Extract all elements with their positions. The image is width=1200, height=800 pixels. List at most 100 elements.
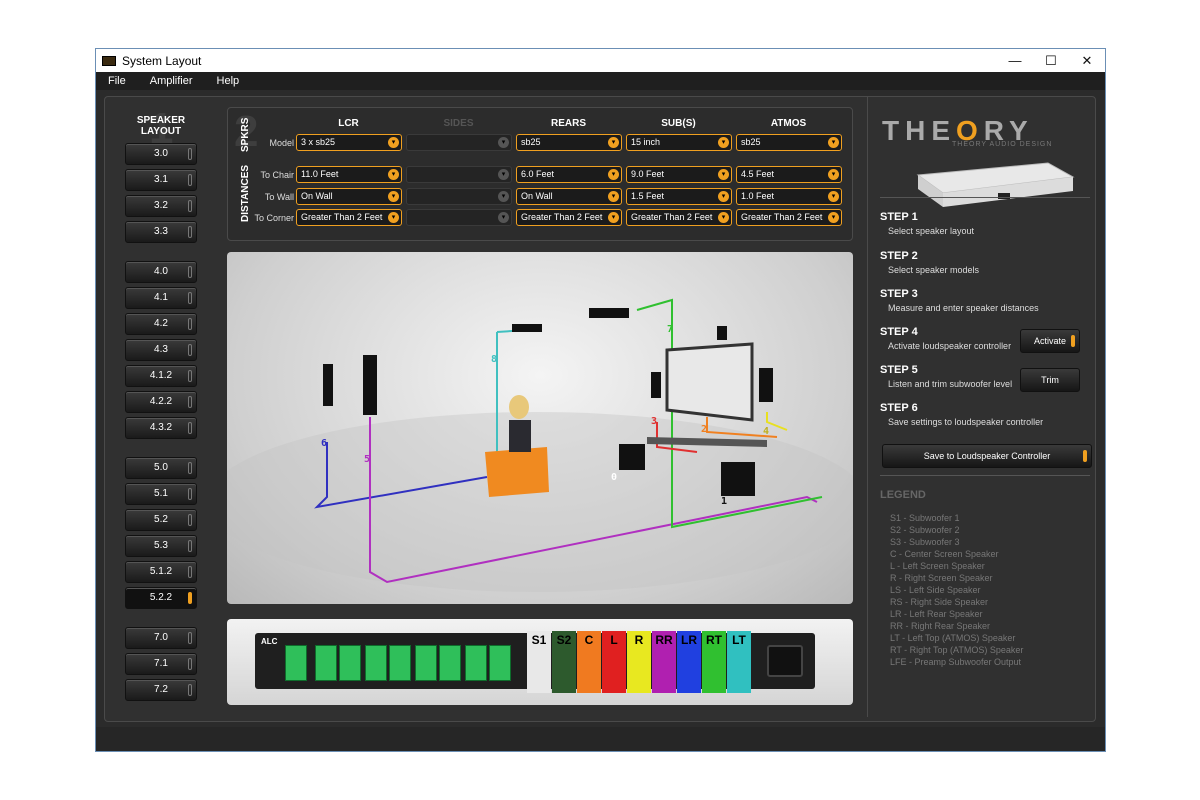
app-window: System Layout — ☐ ✕ File Amplifier Help … (95, 48, 1106, 752)
to-corner-select-sides[interactable]: ▾ (406, 209, 512, 226)
layout-button-label: 5.1 (154, 488, 168, 499)
layout-indicator (188, 344, 192, 356)
layout-indicator (188, 658, 192, 670)
layout-button-label: 4.1.2 (149, 370, 173, 381)
speaker-tag-8: 8 (491, 354, 497, 365)
to-wall-select-atmos[interactable]: 1.0 Feet ▾ (736, 188, 842, 205)
layout-indicator (188, 422, 192, 434)
layout-button-5-1-2[interactable]: 5.1.2 (125, 561, 197, 583)
layout-button-4-0[interactable]: 4.0 (125, 261, 197, 283)
menu-help[interactable]: Help (217, 75, 240, 87)
to-corner-select-lcr[interactable]: Greater Than 2 Feet ▾ (296, 209, 402, 226)
model-select-subs[interactable]: 15 inch ▾ (626, 134, 732, 151)
layout-button-7-2[interactable]: 7.2 (125, 679, 197, 701)
room-visualization: 6 5 8 7 3 2 4 1 0 (227, 252, 853, 604)
chevron-down-icon: ▾ (718, 137, 729, 148)
layout-button-4-1[interactable]: 4.1 (125, 287, 197, 309)
to-wall-select-lcr[interactable]: On Wall ▾ (296, 188, 402, 205)
layout-button-5-0[interactable]: 5.0 (125, 457, 197, 479)
legend-item: L - Left Screen Speaker (890, 561, 985, 571)
speaker-config-panel: 2 SPKRS DISTANCES LCR 3 x sb25 ▾ 11.0 Feet ▾… (227, 107, 853, 241)
model-select-rears[interactable]: sb25 ▾ (516, 134, 622, 151)
layout-button-5-3[interactable]: 5.3 (125, 535, 197, 557)
minimize-button[interactable]: — (997, 53, 1033, 68)
layout-button-label: 7.0 (154, 632, 168, 643)
layout-indicator (188, 174, 192, 186)
speaker-tag-2: 2 (701, 424, 707, 435)
step-1-title: STEP 1 (880, 211, 918, 223)
layout-button-7-0[interactable]: 7.0 (125, 627, 197, 649)
layout-button-4-2[interactable]: 4.2 (125, 313, 197, 335)
column-header-atmos: ATMOS (770, 118, 807, 129)
layout-button-label: 3.2 (154, 200, 168, 211)
layout-button-4-3[interactable]: 4.3 (125, 339, 197, 361)
layout-button-3-1[interactable]: 3.1 (125, 169, 197, 191)
menu-file[interactable]: File (108, 75, 126, 87)
layout-button-label: 5.2 (154, 514, 168, 525)
select-value: 9.0 Feet (631, 169, 665, 179)
activate-button[interactable]: Activate (1020, 329, 1080, 353)
layout-button-4-1-2[interactable]: 4.1.2 (125, 365, 197, 387)
to-chair-select-rears[interactable]: 6.0 Feet ▾ (516, 166, 622, 183)
to-corner-select-subs[interactable]: Greater Than 2 Feet ▾ (626, 209, 732, 226)
layout-button-3-2[interactable]: 3.2 (125, 195, 197, 217)
layout-button-3-0[interactable]: 3.0 (125, 143, 197, 165)
to-chair-select-lcr[interactable]: 11.0 Feet ▾ (296, 166, 402, 183)
projection-screen (665, 342, 754, 422)
select-value: 3 x sb25 (301, 137, 336, 147)
layout-button-7-1[interactable]: 7.1 (125, 653, 197, 675)
chevron-down-icon: ▾ (388, 212, 399, 223)
chevron-down-icon: ▾ (388, 191, 399, 202)
layout-button-5-1[interactable]: 5.1 (125, 483, 197, 505)
layout-button-5-2-2[interactable]: 5.2.2 (125, 587, 197, 609)
layout-indicator (188, 370, 192, 382)
step-3-title: STEP 3 (880, 288, 918, 300)
column-header-lcr: LCR (338, 118, 359, 129)
to-chair-select-subs[interactable]: 9.0 Feet ▾ (626, 166, 732, 183)
to-corner-select-atmos[interactable]: Greater Than 2 Feet ▾ (736, 209, 842, 226)
trim-button[interactable]: Trim (1020, 368, 1080, 392)
to-corner-select-rears[interactable]: Greater Than 2 Feet ▾ (516, 209, 622, 226)
chevron-down-icon: ▾ (498, 137, 509, 148)
layout-button-5-2[interactable]: 5.2 (125, 509, 197, 531)
title-bar: System Layout — ☐ ✕ (96, 49, 1105, 72)
logo-subtitle: THEORY AUDIO DESIGN (952, 141, 1053, 148)
to-wall-select-rears[interactable]: On Wall ▾ (516, 188, 622, 205)
layout-indicator (188, 488, 192, 500)
to-wall-select-subs[interactable]: 1.5 Feet ▾ (626, 188, 732, 205)
layout-button-4-3-2[interactable]: 4.3.2 (125, 417, 197, 439)
save-to-controller-button[interactable]: Save to Loudspeaker Controller (882, 444, 1092, 468)
step-6-title: STEP 6 (880, 402, 918, 414)
channel-r: R (627, 631, 651, 693)
model-select-sides[interactable]: ▾ (406, 134, 512, 151)
layout-button-list: 3.0 3.1 3.2 3.3 4.0 4.1 4.2 4.3 4.1.2 4.2.2 4.3.2 5… (121, 143, 201, 701)
controller-device-image (916, 162, 1075, 207)
select-value: 4.5 Feet (741, 169, 775, 179)
layout-indicator (188, 632, 192, 644)
menu-bar: File Amplifier Help (96, 72, 1105, 90)
layout-button-3-3[interactable]: 3.3 (125, 221, 197, 243)
model-select-atmos[interactable]: sb25 ▾ (736, 134, 842, 151)
speaker-tag-5: 5 (364, 454, 370, 465)
listening-chair (485, 447, 549, 497)
chevron-down-icon: ▾ (498, 169, 509, 180)
listener-figure (509, 395, 529, 419)
row-label-to-chair: To Chair (260, 170, 294, 180)
to-chair-select-atmos[interactable]: 4.5 Feet ▾ (736, 166, 842, 183)
maximize-button[interactable]: ☐ (1033, 53, 1069, 69)
select-value: sb25 (521, 137, 541, 147)
chevron-down-icon: ▾ (608, 169, 619, 180)
amplifier-panel: ALC S1 S2 C L R RR LR RT LT (227, 619, 853, 705)
layout-button-label: 7.2 (154, 684, 168, 695)
row-label-to-wall: To Wall (264, 192, 294, 202)
chevron-down-icon: ▾ (608, 137, 619, 148)
menu-amplifier[interactable]: Amplifier (150, 75, 193, 87)
close-button[interactable]: ✕ (1069, 53, 1105, 69)
layout-button-label: 3.3 (154, 226, 168, 237)
to-wall-select-sides[interactable]: ▾ (406, 188, 512, 205)
speaker-layout-column: 1 SPEAKER LAYOUT 3.0 3.1 3.2 3.3 4.0 4.1 4.2 4.… (121, 107, 201, 705)
layout-button-4-2-2[interactable]: 4.2.2 (125, 391, 197, 413)
model-select-lcr[interactable]: 3 x sb25 ▾ (296, 134, 402, 151)
to-chair-select-sides[interactable]: ▾ (406, 166, 512, 183)
layout-indicator (188, 318, 192, 330)
